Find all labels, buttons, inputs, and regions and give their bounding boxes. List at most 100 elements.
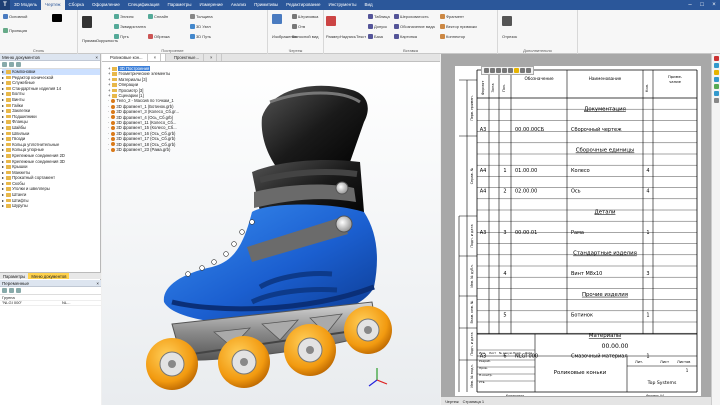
header-qty: Кол. xyxy=(645,84,649,92)
circle-button[interactable]: Окружность xyxy=(96,38,118,43)
back-icon[interactable] xyxy=(2,62,7,67)
dimension-tool[interactable] xyxy=(326,16,336,26)
tree-item[interactable]: ▸ Шурупы xyxy=(2,203,100,209)
image-button[interactable] xyxy=(272,14,282,24)
line-button[interactable]: Прямая xyxy=(82,38,96,43)
menu-11[interactable]: Вид xyxy=(361,0,377,10)
menu-10[interactable]: Инструменты xyxy=(324,0,360,10)
tool-blue3-icon[interactable] xyxy=(713,91,719,96)
hole-button[interactable]: Отв xyxy=(292,24,305,29)
row-name: Ось xyxy=(571,189,581,195)
row-format: А4 xyxy=(480,189,487,195)
tolerance-button[interactable]: Допуск xyxy=(368,24,387,29)
equidistant-button[interactable]: Эквидистанта xyxy=(114,24,146,29)
folder-icon xyxy=(5,109,11,113)
line-tool-button[interactable] xyxy=(82,16,92,28)
row-format: А3 xyxy=(480,127,487,133)
segment-tool[interactable] xyxy=(502,16,512,26)
outline-view-button[interactable]: Выносной вид xyxy=(292,34,318,39)
tool-blue2-icon[interactable] xyxy=(713,77,719,82)
row-qty: 4 xyxy=(646,168,649,174)
select-icon[interactable] xyxy=(484,68,489,73)
maximize-icon[interactable]: □ xyxy=(696,2,708,8)
tool-gray-icon[interactable] xyxy=(713,98,719,103)
app-logo[interactable]: T xyxy=(0,0,10,10)
folder-icon xyxy=(5,148,11,152)
specification-sheet[interactable]: Перв. примен. Справ. № Подп. и дата Инв. № … xyxy=(455,66,701,398)
status-tab-drawing[interactable]: Чертеж xyxy=(445,399,459,404)
grid-icon[interactable] xyxy=(520,68,525,73)
menu-0[interactable]: 3D Модель xyxy=(10,0,41,10)
add-variable-icon[interactable] xyxy=(2,288,7,293)
expand-icon[interactable]: · xyxy=(108,147,109,152)
datum-button[interactable]: База xyxy=(368,34,383,39)
roughness-button[interactable]: Шероховатость xyxy=(394,14,429,19)
tool-blue-icon[interactable] xyxy=(713,63,719,68)
dimension-button[interactable]: Размер xyxy=(326,34,340,39)
thickness-button[interactable]: Толщина xyxy=(190,14,213,19)
folder-icon xyxy=(5,120,11,124)
close-icon[interactable]: × xyxy=(150,54,162,61)
status-tab-page[interactable]: Страница 1 xyxy=(463,399,484,404)
color-swatch[interactable] xyxy=(52,14,62,22)
filter-icon[interactable] xyxy=(16,288,21,293)
snap-vector-button[interactable]: Вектор привязки xyxy=(440,24,477,29)
3d-viewport[interactable]: +3D Построения + Геометрические элементы + М… xyxy=(102,62,440,405)
pan-icon[interactable] xyxy=(496,68,501,73)
menu-4[interactable]: Спецификация xyxy=(124,0,164,10)
expand-icon[interactable]: ▸ xyxy=(2,203,4,209)
menu-7[interactable]: Анализ xyxy=(227,0,250,10)
tool-green-icon[interactable] xyxy=(713,84,719,89)
label-button[interactable]: Надпись xyxy=(340,34,356,39)
model-tree-item[interactable]: · 3D фрагмент_23 (Рама.grb) xyxy=(108,147,179,152)
close-icon[interactable]: × xyxy=(95,54,100,60)
spline-button[interactable]: Сплайн xyxy=(148,14,168,19)
hatch-button[interactable]: Штриховка xyxy=(292,14,318,19)
connector-button[interactable]: Коннектор xyxy=(440,34,465,39)
table-button[interactable]: Таблица xyxy=(368,14,390,19)
ellipse-button[interactable]: Эллипс xyxy=(114,14,134,19)
close-icon[interactable]: × xyxy=(206,54,218,61)
view-designation-button[interactable]: Обозначение вида xyxy=(394,24,435,29)
segment-button[interactable]: Отрезок xyxy=(502,34,517,39)
tool-red-icon[interactable] xyxy=(713,56,719,61)
menu-6[interactable]: Измерение xyxy=(196,0,227,10)
fragment-button[interactable]: Фрагмент xyxy=(440,14,464,19)
tool-yellow-icon[interactable] xyxy=(713,70,719,75)
style-select[interactable]: Основной xyxy=(3,14,27,19)
3d-node-button[interactable]: 3D Узел xyxy=(190,24,211,29)
menu-3[interactable]: Оформление xyxy=(88,0,124,10)
picture-button[interactable]: Картинка xyxy=(394,34,417,39)
menu-1[interactable]: Чертеж xyxy=(41,0,65,10)
align-icon[interactable] xyxy=(502,68,507,73)
up-icon[interactable] xyxy=(16,62,21,67)
text-icon[interactable] xyxy=(508,68,513,73)
trim-button[interactable]: Обрезка xyxy=(148,34,170,39)
variable-row[interactable]: "NLGI 000" NL... xyxy=(0,300,101,306)
title-copied: Копировал xyxy=(506,394,524,396)
settings-icon[interactable] xyxy=(526,68,531,73)
menu-2[interactable]: Сборка xyxy=(65,0,88,10)
left-tab-1[interactable]: Меню документов xyxy=(28,273,70,279)
folder-icon xyxy=(111,77,117,82)
close-icon[interactable]: × xyxy=(96,280,101,286)
zoom-icon[interactable] xyxy=(490,68,495,73)
menu-9[interactable]: Редактирование xyxy=(282,0,324,10)
3d-path-button[interactable]: 3D Путь xyxy=(190,34,211,39)
close-icon[interactable]: × xyxy=(708,2,720,8)
highlight-icon[interactable] xyxy=(514,68,519,73)
projection-button[interactable]: Проекция xyxy=(3,28,27,33)
text-button[interactable]: Текст xyxy=(356,34,366,39)
doc-tab-projections[interactable]: Проектные... × xyxy=(166,54,223,61)
title-code: 00.00.00 xyxy=(602,343,629,350)
title-sheets: Листов xyxy=(677,360,690,364)
left-tab-0[interactable]: Параметры xyxy=(0,273,28,279)
doc-tab-skates[interactable]: Роликовые кон... × xyxy=(102,54,167,61)
specification-table: Перв. примен. Справ. № Подп. и дата Инв. № … xyxy=(458,69,698,398)
title-row-label: № докум. xyxy=(499,351,513,355)
delete-variable-icon[interactable] xyxy=(9,288,14,293)
menu-5[interactable]: Параметры xyxy=(164,0,196,10)
menu-8[interactable]: Примитивы xyxy=(250,0,282,10)
minimize-icon[interactable]: – xyxy=(684,2,696,8)
forward-icon[interactable] xyxy=(9,62,14,67)
